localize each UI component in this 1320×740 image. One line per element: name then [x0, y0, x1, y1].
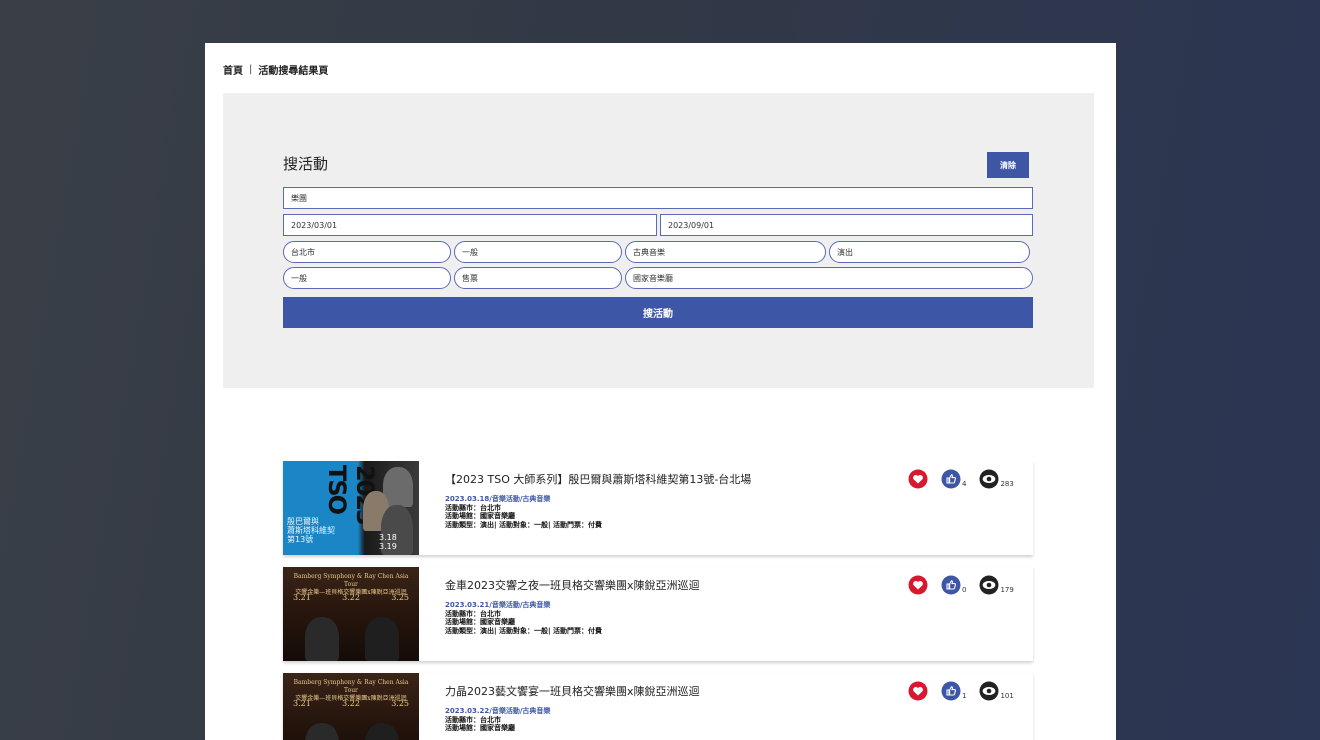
view-count: 179	[1000, 586, 1014, 594]
event-thumbnail[interactable]: Bamberg Symphony & Ray Chen Asia Tour 交響…	[283, 567, 419, 661]
event-tag: 2023.03.21/音樂活動/古典音樂	[445, 601, 551, 609]
thumbs-up-icon[interactable]	[941, 469, 961, 489]
date-end-input[interactable]: 2023/09/01	[660, 214, 1033, 236]
eye-icon	[979, 681, 999, 701]
thumb-dates: 3.18 3.19	[379, 533, 397, 551]
event-meta: 2023.03.22/音樂活動/古典音樂 活動縣市：台北市 活動場館：國家音樂廳	[445, 707, 550, 733]
date-start-input[interactable]: 2023/03/01	[283, 214, 657, 236]
venue-select[interactable]: 國家音樂廳	[625, 267, 1033, 289]
category-select[interactable]: 古典音樂	[625, 241, 826, 263]
thumb-dates: 3.21 3.22 3.25	[293, 699, 409, 708]
keyword-input[interactable]: 樂團	[283, 187, 1033, 209]
city-select[interactable]: 台北市	[283, 241, 451, 263]
thumb-dates: 3.21 3.22 3.25	[293, 593, 409, 602]
event-title[interactable]: 力晶2023藝文饗宴一班貝格交響樂團x陳銳亞洲巡迴	[445, 683, 700, 699]
breadcrumb-separator: |	[249, 64, 253, 75]
ticket-select[interactable]: 售票	[454, 267, 622, 289]
event-city: 活動縣市：台北市	[445, 609, 501, 618]
view-count: 101	[1000, 692, 1014, 700]
like-count: 4	[962, 480, 967, 488]
event-type: 活動類型：演出| 活動對象：一般| 活動門票：付費	[445, 626, 602, 635]
event-thumbnail[interactable]: 2023 TSO 殷巴爾與 蕭斯塔科維契 第13號 3.18 3.19	[283, 461, 419, 555]
audience-select[interactable]: 一般	[454, 241, 622, 263]
heart-icon[interactable]	[908, 575, 928, 595]
event-venue: 活動場館：國家音樂廳	[445, 512, 515, 520]
event-tag: 2023.03.22/音樂活動/古典音樂	[445, 707, 551, 715]
event-title[interactable]: 【2023 TSO 大師系列】殷巴爾與蕭斯塔科維契第13號-台北場	[445, 471, 751, 487]
breadcrumb-current: 活動搜尋結果頁	[258, 66, 329, 77]
thumbs-up-icon[interactable]	[941, 681, 961, 701]
event-meta: 2023.03.21/音樂活動/古典音樂 活動縣市：台北市 活動場館：國家音樂廳…	[445, 601, 602, 635]
event-meta: 2023.03.18/音樂活動/古典音樂 活動縣市：台北市 活動場館：國家音樂廳…	[445, 495, 602, 529]
event-city: 活動縣市：台北市	[445, 715, 501, 724]
heart-icon[interactable]	[908, 469, 928, 489]
event-stats: 0 179	[908, 575, 1014, 595]
content-page: 首頁 | 活動搜尋結果頁 搜活動 清除 樂團 2023/03/01 2023/0…	[205, 43, 1116, 740]
eye-icon	[979, 469, 999, 489]
event-stats: 4 283	[908, 469, 1014, 489]
like-count: 0	[962, 586, 967, 594]
breadcrumb: 首頁 | 活動搜尋結果頁	[223, 62, 328, 77]
event-thumbnail[interactable]: Bamberg Symphony & Ray Chen Asia Tour 交響…	[283, 673, 419, 740]
result-card[interactable]: 2023 TSO 殷巴爾與 蕭斯塔科維契 第13號 3.18 3.19 【202…	[283, 461, 1033, 555]
search-submit-button[interactable]: 搜活動	[283, 297, 1033, 328]
result-card[interactable]: Bamberg Symphony & Ray Chen Asia Tour 交響…	[283, 567, 1033, 661]
event-type: 活動類型：演出| 活動對象：一般| 活動門票：付費	[445, 520, 602, 529]
result-card[interactable]: Bamberg Symphony & Ray Chen Asia Tour 交響…	[283, 673, 1033, 740]
event-city: 活動縣市：台北市	[445, 503, 501, 512]
clear-button[interactable]: 清除	[987, 152, 1029, 178]
view-count: 283	[1000, 480, 1014, 488]
event-stats: 1 101	[908, 681, 1014, 701]
event-title[interactable]: 金車2023交響之夜一班貝格交響樂團x陳銳亞洲巡迴	[445, 577, 700, 593]
event-venue: 活動場館：國家音樂廳	[445, 618, 515, 626]
event-venue: 活動場館：國家音樂廳	[445, 724, 515, 732]
thumb-caption: 殷巴爾與 蕭斯塔科維契 第13號	[287, 517, 335, 544]
eye-icon	[979, 575, 999, 595]
thumbs-up-icon[interactable]	[941, 575, 961, 595]
event-type-select[interactable]: 演出	[829, 241, 1030, 263]
search-panel: 搜活動 清除 樂團 2023/03/01 2023/09/01 台北市 一般 古…	[223, 93, 1094, 388]
search-title: 搜活動	[283, 155, 329, 173]
heart-icon[interactable]	[908, 681, 928, 701]
event-tag: 2023.03.18/音樂活動/古典音樂	[445, 495, 551, 503]
target-select[interactable]: 一般	[283, 267, 451, 289]
like-count: 1	[962, 692, 967, 700]
breadcrumb-home-link[interactable]: 首頁	[223, 62, 243, 77]
